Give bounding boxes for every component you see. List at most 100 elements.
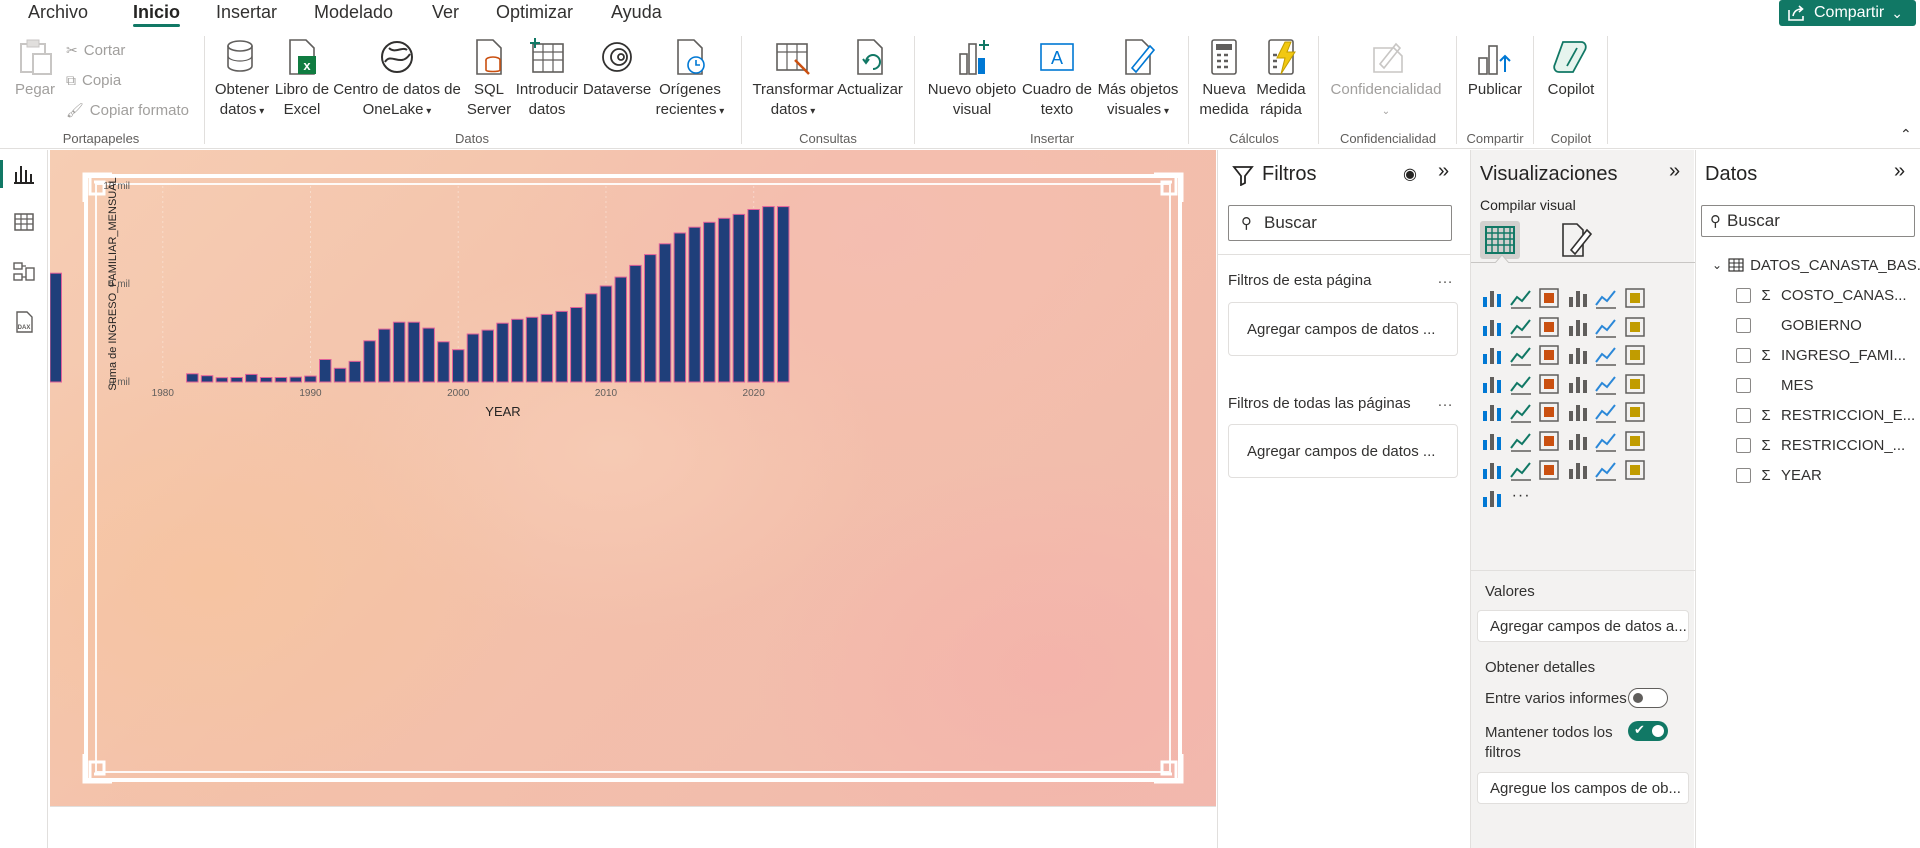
- map-icon[interactable]: [1508, 371, 1534, 397]
- r-script-icon[interactable]: [1479, 428, 1505, 454]
- bar-1997[interactable]: [407, 321, 421, 383]
- bar-1988[interactable]: [274, 377, 288, 383]
- menu-insertar[interactable]: Insertar: [216, 2, 277, 23]
- more-visuals-ellipsis[interactable]: ···: [1512, 487, 1531, 505]
- bar-2012[interactable]: [629, 264, 642, 383]
- get-data-button[interactable]: Obtener datos ▾: [212, 28, 272, 122]
- diamond-visual-icon[interactable]: [1622, 457, 1648, 483]
- pie-icon[interactable]: [1593, 342, 1619, 368]
- bar-undefined[interactable]: [50, 272, 62, 383]
- azure-map-icon[interactable]: [1593, 371, 1619, 397]
- values-dropzone[interactable]: Agregar campos de datos a...: [1477, 610, 1689, 642]
- waterfall-icon[interactable]: [1508, 342, 1534, 368]
- field-checkbox[interactable]: [1736, 437, 1751, 453]
- field-row[interactable]: Σ COSTO_CANAS...: [1736, 283, 1920, 307]
- menu-ver[interactable]: Ver: [432, 2, 459, 23]
- bar-2005[interactable]: [525, 316, 539, 383]
- bar-2022[interactable]: [777, 206, 790, 383]
- bar-1985[interactable]: [230, 377, 243, 383]
- format-visual-icon[interactable]: [1559, 222, 1593, 258]
- field-row[interactable]: Σ YEAR: [1736, 463, 1920, 487]
- bar-1998[interactable]: [422, 327, 435, 383]
- field-row[interactable]: GOBIERNO: [1736, 313, 1920, 337]
- donut-icon[interactable]: [1622, 342, 1648, 368]
- kpi-icon[interactable]: [1536, 399, 1562, 425]
- bar-2009[interactable]: [584, 293, 598, 383]
- field-row[interactable]: Σ RESTRICCION_E...: [1736, 403, 1920, 427]
- publish-button[interactable]: Publicar: [1464, 28, 1526, 100]
- key-influencers-icon[interactable]: [1536, 428, 1562, 454]
- page-filters-dropzone[interactable]: Agregar campos de datos ...: [1228, 302, 1458, 356]
- field-checkbox[interactable]: [1736, 317, 1751, 333]
- ribbon-icon[interactable]: [1479, 342, 1505, 368]
- bar-2004[interactable]: [511, 318, 524, 383]
- paste-button[interactable]: Pegar: [12, 28, 58, 100]
- dataverse-button[interactable]: Dataverse: [582, 28, 652, 100]
- sensitivity-button[interactable]: Confidencialidad ⌄: [1326, 28, 1446, 122]
- card-icon[interactable]: [1479, 399, 1505, 425]
- chevron-visual-icon[interactable]: [1479, 485, 1505, 511]
- all-pages-filters-dropzone[interactable]: Agregar campos de datos ...: [1228, 424, 1458, 478]
- clustered-column-icon[interactable]: [1565, 285, 1591, 311]
- power-apps-icon[interactable]: [1536, 457, 1562, 483]
- 100-stacked-column-icon[interactable]: [1622, 285, 1648, 311]
- bar-1990[interactable]: [304, 375, 317, 383]
- bar-1995[interactable]: [378, 328, 391, 383]
- stacked-area-icon[interactable]: [1536, 314, 1562, 340]
- collapse-pane-icon[interactable]: »: [1894, 160, 1905, 183]
- keep-filters-toggle[interactable]: ✔: [1628, 721, 1668, 741]
- enter-data-button[interactable]: Introducir datos: [514, 28, 580, 120]
- bar-2020[interactable]: [747, 209, 760, 383]
- bar-2008[interactable]: [570, 307, 583, 383]
- arcgis-icon[interactable]: [1593, 457, 1619, 483]
- share-button[interactable]: Compartir ⌄: [1779, 0, 1916, 26]
- bar-2011[interactable]: [614, 276, 627, 383]
- python-icon[interactable]: [1508, 428, 1534, 454]
- matrix-icon[interactable]: [1622, 399, 1648, 425]
- collapse-pane-icon[interactable]: »: [1669, 160, 1680, 183]
- menu-inicio[interactable]: Inicio: [133, 2, 181, 27]
- model-view-icon[interactable]: [12, 260, 36, 284]
- textbox-button[interactable]: A Cuadro de texto: [1020, 28, 1094, 120]
- bar-2002[interactable]: [481, 329, 494, 383]
- sql-server-button[interactable]: SQL Server: [464, 28, 514, 120]
- menu-archivo[interactable]: Archivo: [28, 2, 88, 23]
- 100-stacked-bar-icon[interactable]: [1593, 285, 1619, 311]
- quick-measure-button[interactable]: Medida rápida: [1252, 28, 1310, 120]
- data-search-input[interactable]: ⚲ Buscar: [1701, 205, 1915, 237]
- table-node[interactable]: ⌄ DATOS_CANASTA_BAS...: [1712, 253, 1920, 277]
- bar-1993[interactable]: [348, 360, 362, 383]
- field-row[interactable]: Σ RESTRICCION_...: [1736, 433, 1920, 457]
- bar-2007[interactable]: [555, 310, 568, 383]
- cut-button[interactable]: ✂ Cortar: [66, 42, 125, 59]
- bar-2013[interactable]: [644, 254, 657, 383]
- cross-report-toggle[interactable]: [1628, 688, 1668, 708]
- bar-2006[interactable]: [540, 313, 554, 383]
- treemap-icon[interactable]: [1479, 371, 1505, 397]
- qa-icon[interactable]: [1593, 428, 1619, 454]
- dax-query-view-icon[interactable]: DAX: [12, 310, 36, 334]
- field-checkbox[interactable]: [1736, 347, 1751, 363]
- clustered-bar-icon[interactable]: [1536, 285, 1562, 311]
- filled-map-icon[interactable]: [1536, 371, 1562, 397]
- drillthrough-dropzone[interactable]: Agregue los campos de ob...: [1477, 772, 1689, 804]
- multi-row-card-icon[interactable]: [1508, 399, 1534, 425]
- bar-2001[interactable]: [466, 333, 480, 383]
- bar-1983[interactable]: [200, 375, 214, 383]
- bar-1994[interactable]: [363, 340, 376, 383]
- bar-1991[interactable]: [319, 359, 332, 383]
- collapse-ribbon-icon[interactable]: ⌃: [1900, 126, 1912, 143]
- onelake-button[interactable]: Centro de datos de OneLake ▾: [332, 28, 462, 122]
- excel-button[interactable]: x Libro de Excel: [274, 28, 330, 120]
- gauge-icon[interactable]: [1622, 371, 1648, 397]
- field-row[interactable]: MES: [1736, 373, 1920, 397]
- field-row[interactable]: Σ INGRESO_FAMI...: [1736, 343, 1920, 367]
- new-measure-button[interactable]: Nueva medida: [1196, 28, 1252, 120]
- bar-1987[interactable]: [259, 377, 273, 383]
- bar-2000[interactable]: [452, 349, 465, 383]
- bar-2017[interactable]: [703, 221, 716, 383]
- format-painter-button[interactable]: 🖌 Copiar formato: [66, 102, 189, 119]
- bar-chart[interactable]: 1980 1990 2000 2010 2020 0 mil5 mil10 mil YE…: [50, 150, 1216, 806]
- funnel-icon[interactable]: [1536, 342, 1562, 368]
- line-stacked-column-icon[interactable]: [1593, 314, 1619, 340]
